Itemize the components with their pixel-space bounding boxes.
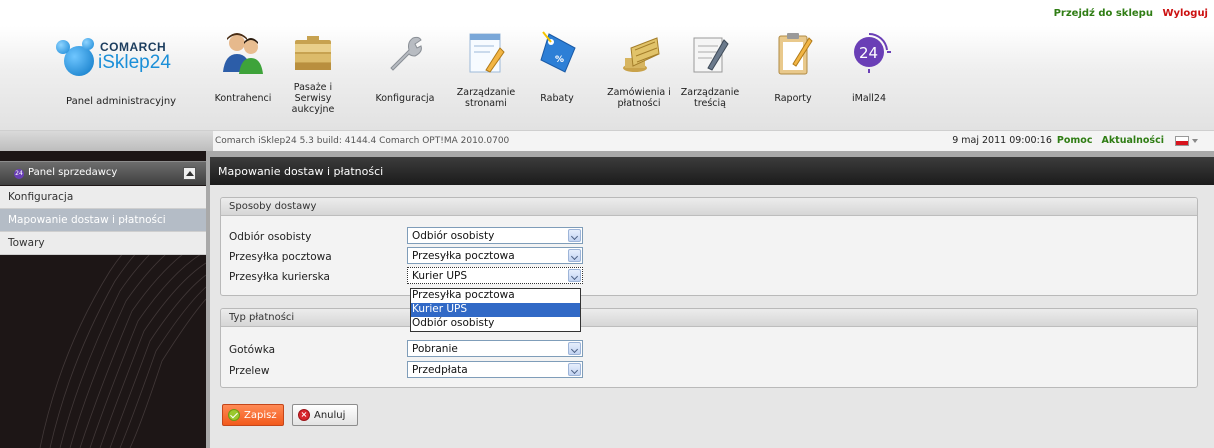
sidebar-item-towary[interactable]: Towary xyxy=(0,232,206,255)
chevron-down-icon[interactable] xyxy=(568,269,581,282)
datetime: 9 maj 2011 09:00:16 xyxy=(952,135,1052,146)
imall24-badge-icon: 24 xyxy=(14,169,24,179)
admin-panel-label: Panel administracyjny xyxy=(66,96,177,107)
cancel-x-icon: × xyxy=(298,409,310,421)
status-bar: Comarch iSklep24 5.3 build: 4144.4 Comar… xyxy=(0,130,1214,151)
nav-label: Rabaty xyxy=(540,92,574,104)
main-content: Mapowanie dostaw i płatności Sposoby dos… xyxy=(210,157,1214,448)
nav-rabaty[interactable]: % Rabaty xyxy=(522,30,592,125)
version-info: Comarch iSklep24 5.3 build: 4144.4 Comar… xyxy=(215,136,510,146)
users-icon xyxy=(223,33,263,74)
nav-label: Konfiguracja xyxy=(375,92,435,104)
notepad-edit-icon xyxy=(693,37,729,73)
chevron-down-icon[interactable] xyxy=(1192,138,1198,143)
delivery-dropdown-list[interactable]: Przesyłka pocztowa Kurier UPS Odbiór oso… xyxy=(410,288,581,332)
sidebar-item-konfiguracja[interactable]: Konfiguracja xyxy=(0,186,206,209)
nav-label: iMall24 xyxy=(851,92,887,104)
nav-imall24[interactable]: 24 iMall24 xyxy=(834,30,904,125)
nav-konfiguracja[interactable]: Konfiguracja xyxy=(370,30,440,125)
nav-label: Zarządzanie treścią xyxy=(680,87,740,109)
save-label: Zapisz xyxy=(244,409,277,421)
logout-link[interactable]: Wyloguj xyxy=(1162,8,1208,19)
help-link[interactable]: Pomoc xyxy=(1057,135,1093,146)
news-link[interactable]: Aktualności xyxy=(1101,135,1163,146)
nav-zarzadzanie-stronami[interactable]: Zarządzanie stronami xyxy=(451,30,521,125)
logo-mark-dot xyxy=(56,40,70,54)
collapse-button[interactable] xyxy=(183,167,196,180)
status-bar-left xyxy=(0,131,213,151)
select-value: Kurier UPS xyxy=(412,270,468,282)
folder-stack-icon xyxy=(295,36,331,70)
row-label: Przesyłka kurierska xyxy=(229,271,330,283)
wrench-icon xyxy=(390,36,422,71)
nav-label: Kontrahenci xyxy=(214,92,272,104)
sidebar: 24 Panel sprzedawcy Konfiguracja Mapowan… xyxy=(0,151,206,448)
row-label: Przelew xyxy=(229,365,270,377)
payment-type-panel: Typ płatności Gotówka Pobranie Przelew P… xyxy=(220,308,1198,388)
cancel-button[interactable]: × Anuluj xyxy=(292,404,358,426)
comarch-isklep24-logo: COMARCH iSklep24 xyxy=(56,36,176,92)
nav-raporty[interactable]: Raporty xyxy=(758,30,828,125)
payment-select-przelew[interactable]: Przedpłata xyxy=(407,361,583,378)
payment-select-gotowka[interactable]: Pobranie xyxy=(407,340,583,357)
nav-label: Zarządzanie stronami xyxy=(456,87,516,109)
page-title: Mapowanie dostaw i płatności xyxy=(218,165,384,178)
shopping-basket-icon xyxy=(623,37,660,72)
cancel-label: Anuluj xyxy=(314,409,346,421)
row-label: Gotówka xyxy=(229,344,276,356)
dropdown-option[interactable]: Przesyłka pocztowa xyxy=(411,289,580,303)
polish-flag-icon[interactable] xyxy=(1175,135,1189,146)
sidebar-header: 24 Panel sprzedawcy xyxy=(0,161,206,185)
check-icon xyxy=(228,409,240,421)
dropdown-option[interactable]: Odbiór osobisty xyxy=(411,317,580,331)
page-edit-icon xyxy=(469,33,505,73)
row-label: Przesyłka pocztowa xyxy=(229,251,332,263)
select-value: Odbiór osobisty xyxy=(412,230,495,242)
save-button[interactable]: Zapisz xyxy=(222,404,284,426)
price-tag-icon: % xyxy=(540,31,576,73)
status-bar-right: 9 maj 2011 09:00:16 Pomoc Aktualności xyxy=(952,135,1198,146)
nav-label: Zamówienia i płatności xyxy=(607,87,671,109)
chevron-down-icon[interactable] xyxy=(568,342,581,355)
delivery-select-pocztowa[interactable]: Przesyłka pocztowa xyxy=(407,247,583,264)
dropdown-option-selected[interactable]: Kurier UPS xyxy=(411,303,580,317)
goto-shop-link[interactable]: Przejdź do sklepu xyxy=(1054,8,1153,19)
sidebar-title: Panel sprzedawcy xyxy=(28,167,118,178)
imall24-icon-text: 24 xyxy=(859,44,878,62)
chevron-down-icon[interactable] xyxy=(568,363,581,376)
delivery-select-odbior[interactable]: Odbiór osobisty xyxy=(407,227,583,244)
nav-pasaze[interactable]: Pasaże i Serwisy aukcyjne xyxy=(278,30,348,125)
delivery-methods-panel: Sposoby dostawy Odbiór osobisty Odbiór o… xyxy=(220,197,1198,296)
panel-title: Sposoby dostawy xyxy=(221,198,1197,216)
top-links: Przejdź do sklepu Wyloguj xyxy=(1048,8,1208,19)
imall24-icon: 24 xyxy=(854,32,891,73)
nav-label: Raporty xyxy=(774,92,812,104)
chevron-down-icon[interactable] xyxy=(568,249,581,262)
chevron-down-icon[interactable] xyxy=(568,229,581,242)
nav-label: Pasaże i Serwisy aukcyjne xyxy=(291,81,335,115)
nav-zamowienia[interactable]: Zamówienia i płatności xyxy=(604,30,674,125)
svg-text:%: % xyxy=(555,55,564,65)
sidebar-item-mapowanie[interactable]: Mapowanie dostaw i płatności xyxy=(0,209,206,232)
select-value: Przesyłka pocztowa xyxy=(412,250,515,262)
logo-mark-dot xyxy=(82,38,94,50)
main-area: Mapowanie dostaw i płatności Sposoby dos… xyxy=(206,151,1214,448)
select-value: Przedpłata xyxy=(412,364,468,376)
delivery-select-kurierska[interactable]: Kurier UPS xyxy=(407,267,583,284)
header: Przejdź do sklepu Wyloguj COMARCH iSklep… xyxy=(0,0,1214,130)
nav-kontrahenci[interactable]: Kontrahenci xyxy=(208,30,278,125)
clipboard-icon xyxy=(778,33,813,75)
main-header: Mapowanie dostaw i płatności xyxy=(210,157,1214,185)
nav-zarzadzanie-trescia[interactable]: Zarządzanie treścią xyxy=(675,30,745,125)
logo-product: iSklep24 xyxy=(98,52,171,73)
select-value: Pobranie xyxy=(412,343,458,355)
panel-title: Typ płatności xyxy=(221,309,1197,327)
row-label: Odbiór osobisty xyxy=(229,231,312,243)
